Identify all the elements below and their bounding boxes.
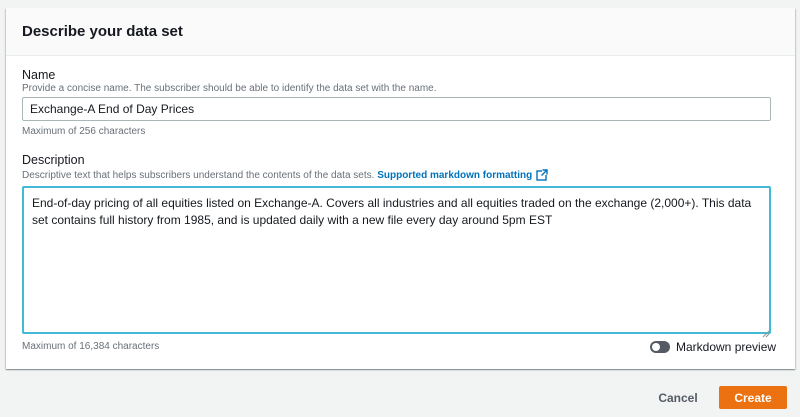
create-button[interactable]: Create <box>719 386 787 409</box>
description-textarea[interactable]: End-of-day pricing of all equities liste… <box>22 186 771 334</box>
toggle-knob <box>652 343 660 351</box>
name-description: Provide a concise name. The subscriber s… <box>22 83 437 94</box>
panel-title: Describe your data set <box>22 23 183 40</box>
markdown-formatting-link-label[interactable]: Supported markdown formatting <box>377 170 532 181</box>
markdown-preview-label[interactable]: Markdown preview <box>676 340 776 354</box>
external-link-icon[interactable] <box>536 169 548 184</box>
panel-header: Describe your data set <box>6 8 795 56</box>
resize-handle-icon[interactable] <box>762 325 770 338</box>
description-constraint: Maximum of 16,384 characters <box>22 341 160 352</box>
dataset-description-panel: Describe your data set Name Provide a co… <box>6 8 795 369</box>
description-label: Description <box>22 153 85 167</box>
name-constraint: Maximum of 256 characters <box>22 126 146 137</box>
markdown-preview-toggle[interactable]: Markdown preview <box>650 340 776 354</box>
toggle-switch[interactable] <box>650 341 670 353</box>
description-help: Descriptive text that helps subscribers … <box>22 169 548 184</box>
markdown-formatting-link[interactable]: Supported markdown formatting <box>377 169 548 184</box>
name-label: Name <box>22 68 56 82</box>
cancel-button[interactable]: Cancel <box>648 387 708 409</box>
name-input[interactable] <box>22 97 771 121</box>
description-help-text: Descriptive text that helps subscribers … <box>22 170 375 181</box>
